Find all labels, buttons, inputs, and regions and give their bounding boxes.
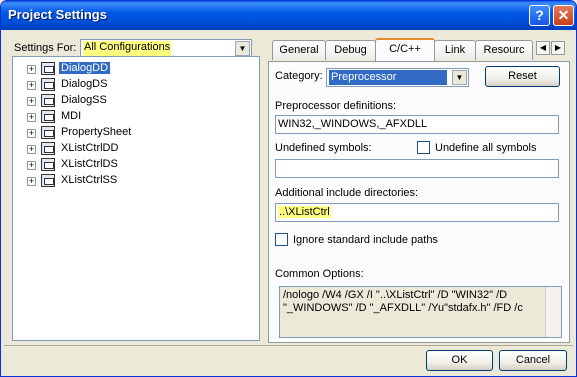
undefine-all-label: Undefine all symbols xyxy=(435,142,537,154)
undefine-all-checkbox[interactable] xyxy=(417,141,430,154)
ok-button[interactable]: OK xyxy=(426,350,493,371)
category-combo[interactable]: Preprocessor ▼ xyxy=(326,68,469,87)
tree-item-label: DialogSS xyxy=(61,94,107,106)
category-label: Category: xyxy=(275,70,323,82)
title-bar[interactable]: Project Settings ? ✕ xyxy=(1,1,576,30)
tab-general[interactable]: General xyxy=(272,40,326,60)
reset-button[interactable]: Reset xyxy=(485,66,560,87)
settings-for-value: All Configurations xyxy=(83,41,172,56)
project-icon xyxy=(41,62,55,75)
common-options-label: Common Options: xyxy=(275,268,364,280)
project-icon xyxy=(41,110,55,123)
ignore-standard-include-label: Ignore standard include paths xyxy=(293,234,438,246)
plus-box-icon[interactable]: + xyxy=(27,97,36,106)
tree-item[interactable]: + PropertySheet xyxy=(13,125,253,141)
tree-item-label: XListCtrlDS xyxy=(61,158,118,170)
plus-box-icon[interactable]: + xyxy=(27,145,36,154)
tree-item-label: DialogDD xyxy=(59,62,111,74)
cpp-tab-panel: Category: Preprocessor ▼ Reset Preproces… xyxy=(268,61,570,343)
tree-item-label: PropertySheet xyxy=(61,126,132,138)
tree-item[interactable]: + XListCtrlDD xyxy=(13,141,253,157)
tab-debug[interactable]: Debug xyxy=(325,40,376,60)
tab-resources[interactable]: Resourc xyxy=(475,40,533,60)
project-icon xyxy=(41,126,55,139)
plus-box-icon[interactable]: + xyxy=(27,177,36,186)
tree-item-label: XListCtrlDD xyxy=(61,142,119,154)
common-options-box[interactable]: /nologo /W4 /GX /I "..\XListCtrl" /D "WI… xyxy=(279,286,562,338)
additional-include-input[interactable]: ..\XListCtrl xyxy=(275,203,559,222)
common-options-text: /nologo /W4 /GX /I "..\XListCtrl" /D "WI… xyxy=(283,289,523,314)
tab-scroll-left-icon[interactable]: ◀ xyxy=(536,41,550,55)
tree-item[interactable]: + XListCtrlSS xyxy=(13,173,253,189)
plus-box-icon[interactable]: + xyxy=(27,81,36,90)
tree-item[interactable]: + XListCtrlDS xyxy=(13,157,253,173)
tree-item[interactable]: + DialogDD xyxy=(13,61,253,77)
settings-for-label: Settings For: xyxy=(14,42,77,54)
chevron-down-icon[interactable]: ▼ xyxy=(452,70,467,85)
additional-include-label: Additional include directories: xyxy=(275,187,419,199)
tree-item[interactable]: + MDI xyxy=(13,109,253,125)
undefined-symbols-label: Undefined symbols: xyxy=(275,142,372,154)
footer-separator xyxy=(4,345,573,346)
help-button[interactable]: ? xyxy=(529,5,550,26)
close-button[interactable]: ✕ xyxy=(553,5,574,26)
chevron-down-icon[interactable]: ▼ xyxy=(235,41,250,56)
tree-item[interactable]: + DialogDS xyxy=(13,77,253,93)
project-icon xyxy=(41,158,55,171)
tab-scroll-right-icon[interactable]: ▶ xyxy=(551,41,565,55)
tree-item-label: MDI xyxy=(61,110,82,122)
preprocessor-definitions-label: Preprocessor definitions: xyxy=(275,100,397,112)
preprocessor-definitions-input[interactable]: WIN32,_WINDOWS,_AFXDLL xyxy=(275,115,559,134)
plus-box-icon[interactable]: + xyxy=(27,113,36,122)
dialog-client: Settings For: All Configurations ▼ + Dial… xyxy=(4,30,573,374)
cancel-button[interactable]: Cancel xyxy=(499,350,567,371)
tab-cpp[interactable]: C/C++ xyxy=(375,38,435,61)
project-icon xyxy=(41,94,55,107)
tree-item[interactable]: + DialogSS xyxy=(13,93,253,109)
category-value: Preprocessor xyxy=(329,70,447,85)
tab-link[interactable]: Link xyxy=(434,40,476,60)
vertical-scrollbar[interactable] xyxy=(545,287,561,337)
plus-box-icon[interactable]: + xyxy=(27,161,36,170)
project-icon xyxy=(41,142,55,155)
window-title: Project Settings xyxy=(8,7,107,22)
plus-box-icon[interactable]: + xyxy=(27,129,36,138)
project-icon xyxy=(41,78,55,91)
tree-item-label: XListCtrlSS xyxy=(61,174,118,186)
tree-item-label: DialogDS xyxy=(61,78,108,90)
plus-box-icon[interactable]: + xyxy=(27,65,36,74)
project-settings-window: Project Settings ? ✕ Settings For: All C… xyxy=(0,0,577,377)
project-icon xyxy=(41,174,55,187)
undefined-symbols-input[interactable] xyxy=(275,159,559,178)
ignore-standard-include-checkbox[interactable] xyxy=(275,233,288,246)
include-value: ..\XListCtrl xyxy=(278,206,331,218)
project-tree[interactable]: + DialogDD + DialogDS + DialogSS + MDI + Property… xyxy=(12,56,260,341)
